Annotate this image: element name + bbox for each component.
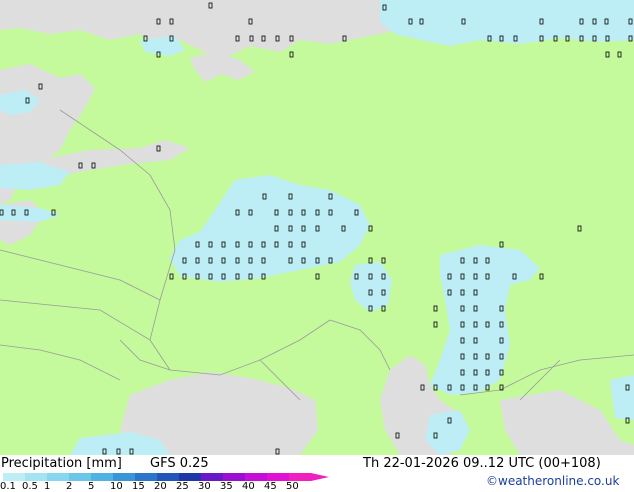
product-label: Precipitation [mm]	[1, 456, 122, 471]
scale-swatch	[267, 473, 289, 481]
scale-arrow	[311, 473, 329, 481]
legend-footer: Precipitation [mm] GFS 0.25 Th 22-01-202…	[0, 455, 634, 492]
scale-tick-label: 25	[176, 481, 189, 492]
scale-swatch	[47, 473, 69, 481]
scale-tick-label: 50	[286, 481, 299, 492]
valid-time: Th 22-01-2026 09..12 UTC (00+108)	[363, 456, 601, 471]
scale-tick-label: 10	[110, 481, 123, 492]
scale-swatch	[3, 473, 25, 481]
scale-swatch	[179, 473, 201, 481]
scale-swatch	[91, 473, 113, 481]
precipitation-map	[0, 0, 634, 455]
scale-swatch	[135, 473, 157, 481]
model-label: GFS 0.25	[150, 456, 209, 471]
scale-tick-label: 30	[198, 481, 211, 492]
scale-swatch	[223, 473, 245, 481]
scale-tick-label: 1	[44, 481, 51, 492]
scale-tick-label: 2	[66, 481, 73, 492]
scale-tick-label: 40	[242, 481, 255, 492]
scale-tick-label: 20	[154, 481, 167, 492]
scale-tick-label: 15	[132, 481, 145, 492]
scale-swatch	[69, 473, 91, 481]
scale-tick-label: 35	[220, 481, 233, 492]
scale-swatch	[201, 473, 223, 481]
scale-swatch	[25, 473, 47, 481]
scale-swatch	[245, 473, 267, 481]
scale-tick-label: 0.1	[0, 481, 16, 492]
scale-tick-label: 0.5	[22, 481, 38, 492]
scale-swatch	[157, 473, 179, 481]
credit-link[interactable]: ©weatheronline.co.uk	[486, 474, 619, 488]
scale-swatch	[113, 473, 135, 481]
scale-swatch	[289, 473, 311, 481]
scale-tick-label: 5	[88, 481, 95, 492]
scale-tick-label: 45	[264, 481, 277, 492]
